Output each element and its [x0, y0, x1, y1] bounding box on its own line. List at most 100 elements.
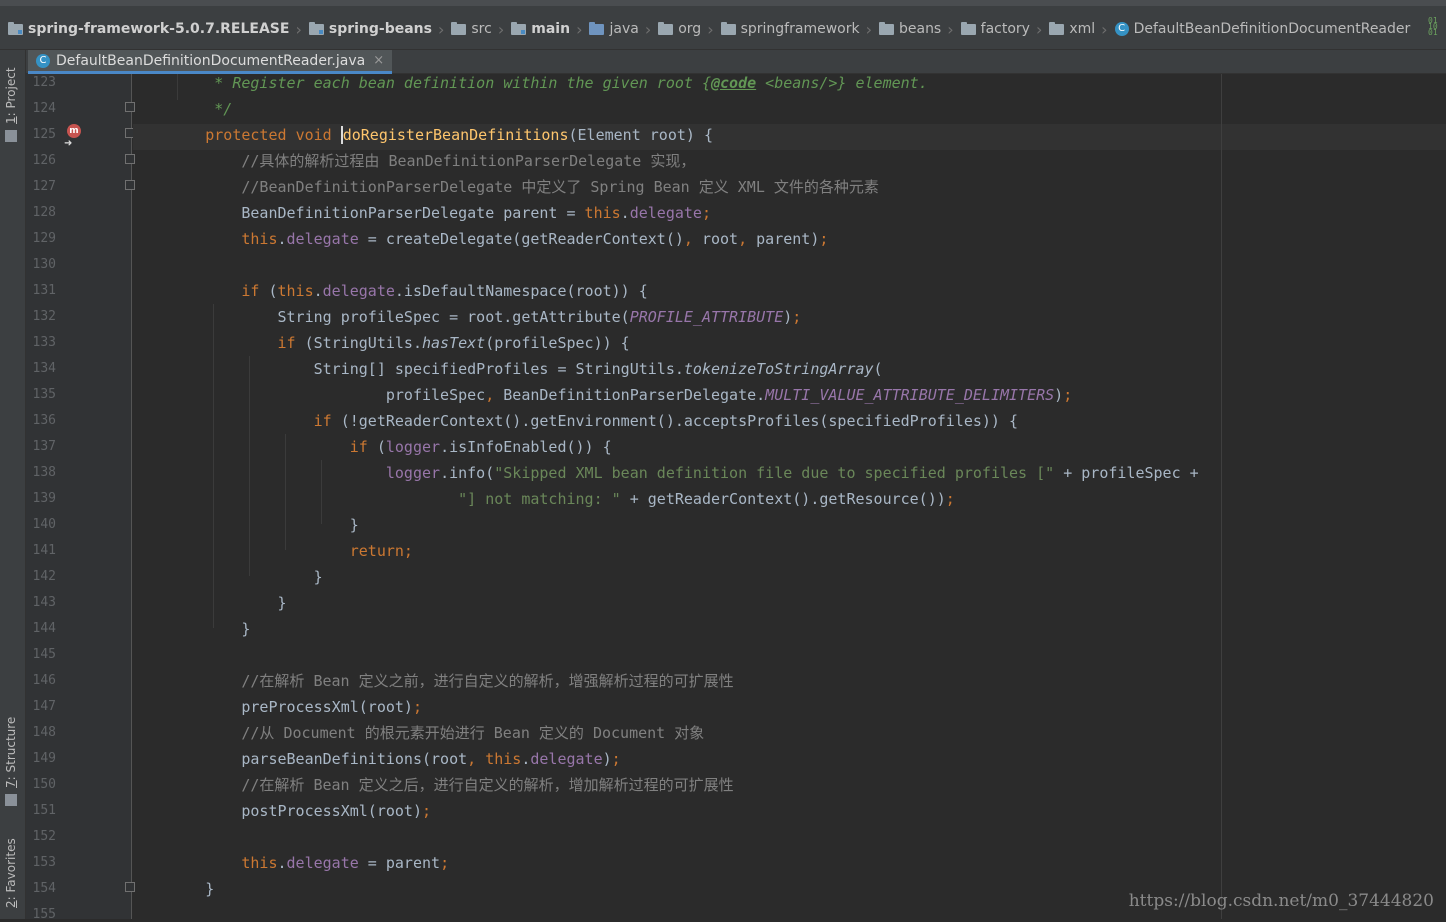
- code-line[interactable]: }: [133, 592, 287, 618]
- code-token: if: [313, 412, 332, 430]
- code-line[interactable]: }: [133, 618, 250, 644]
- editor-tab[interactable]: C DefaultBeanDefinitionDocumentReader.ja…: [28, 50, 393, 74]
- close-tab-icon[interactable]: ×: [373, 53, 384, 68]
- code-token: this: [584, 204, 621, 222]
- code-token: }: [133, 516, 359, 534]
- code-line[interactable]: String profileSpec = root.getAttribute(P…: [133, 306, 801, 332]
- code-line[interactable]: //具体的解析过程由 BeanDefinitionParserDelegate …: [133, 150, 695, 176]
- code-token: .: [277, 230, 287, 248]
- line-number: 154: [32, 881, 56, 896]
- breadcrumb-separator-icon: ›: [437, 19, 445, 39]
- code-line[interactable]: * Register each bean definition within t…: [133, 74, 927, 98]
- code-line[interactable]: if (StringUtils.hasText(profileSpec)) {: [133, 332, 630, 358]
- code-token: ;: [1063, 386, 1073, 404]
- code-line[interactable]: "] not matching: " + getReaderContext().…: [133, 488, 955, 514]
- code-token: String profileSpec = root.getAttribute(: [133, 308, 630, 326]
- code-token: (: [873, 360, 883, 378]
- code-token: logger: [385, 464, 441, 482]
- structure-tool-label: : Structure: [4, 716, 18, 781]
- package-icon: [1049, 21, 1065, 35]
- breadcrumb-item[interactable]: springframework: [720, 18, 860, 40]
- project-tool-icon[interactable]: [5, 130, 17, 142]
- breadcrumb-item[interactable]: java: [589, 18, 639, 40]
- line-number: 127: [32, 179, 56, 194]
- line-number: 136: [32, 413, 56, 428]
- code-line[interactable]: if (!getReaderContext().getEnvironment()…: [133, 410, 1018, 436]
- breadcrumb-label: factory: [980, 21, 1030, 37]
- line-number: 130: [32, 257, 56, 272]
- line-number: 128: [32, 205, 56, 220]
- code-line[interactable]: //在解析 Bean 定义之后，进行自定义的解析，增加解析过程的可扩展性: [133, 774, 734, 800]
- project-tool-button[interactable]: 1: Project: [4, 67, 18, 124]
- code-token: ;: [611, 750, 621, 768]
- code-line[interactable]: profileSpec, BeanDefinitionParserDelegat…: [133, 384, 1072, 410]
- code-token: PROFILE_ATTRIBUTE: [629, 308, 784, 326]
- code-token: //在解析 Bean 定义之后，进行自定义的解析，增加解析过程的可扩展性: [241, 776, 734, 794]
- breadcrumb-separator-icon: ›: [497, 19, 505, 39]
- code-line[interactable]: }: [133, 514, 359, 540]
- code-line[interactable]: if (logger.isInfoEnabled()) {: [133, 436, 612, 462]
- code-token: this: [241, 854, 278, 872]
- code-line[interactable]: if (this.delegate.isDefaultNamespace(roo…: [133, 280, 647, 306]
- code-token: logger: [385, 438, 441, 456]
- code-line[interactable]: return;: [133, 540, 413, 566]
- breadcrumb-item[interactable]: main: [511, 18, 570, 40]
- code-token: .: [521, 750, 531, 768]
- line-number: 152: [32, 829, 56, 844]
- favorites-tool-button[interactable]: 2: Favorites: [4, 838, 18, 908]
- code-line[interactable]: logger.info("Skipped XML bean definition…: [133, 462, 1199, 488]
- line-number: 137: [32, 439, 56, 454]
- line-number: 126: [32, 153, 56, 168]
- breadcrumb-item[interactable]: xml: [1049, 18, 1095, 40]
- code-line[interactable]: this.delegate = createDelegate(getReader…: [133, 228, 828, 254]
- code-token: }: [133, 568, 323, 586]
- method-breakpoint-icon[interactable]: m: [67, 124, 81, 138]
- breadcrumb-item[interactable]: spring-framework-5.0.7.RELEASE: [8, 18, 289, 40]
- code-line[interactable]: parseBeanDefinitions(root, this.delegate…: [133, 748, 621, 774]
- structure-tool-button[interactable]: 7: Structure: [4, 717, 18, 788]
- line-number: 141: [32, 543, 56, 558]
- code-token: (Element root) {: [568, 126, 714, 144]
- breadcrumb-item[interactable]: src: [451, 18, 492, 40]
- code-line[interactable]: preProcessXml(root);: [133, 696, 422, 722]
- breadcrumb-item[interactable]: beans: [878, 18, 941, 40]
- code-line[interactable]: protected void doRegisterBeanDefinitions…: [133, 124, 1446, 150]
- code-token: delegate: [530, 750, 603, 768]
- code-token: MULTI_VALUE_ATTRIBUTE_DELIMITERS: [765, 386, 1055, 404]
- code-token: "Skipped XML bean definition file due to…: [494, 464, 1055, 482]
- code-line[interactable]: BeanDefinitionParserDelegate parent = th…: [133, 202, 711, 228]
- code-line[interactable]: //BeanDefinitionParserDelegate 中定义了 Spri…: [133, 176, 879, 202]
- breadcrumb-item[interactable]: factory: [960, 18, 1030, 40]
- line-number: 123: [32, 75, 56, 90]
- code-line[interactable]: }: [133, 566, 323, 592]
- structure-tool-icon[interactable]: [5, 794, 17, 806]
- code-line[interactable]: this.delegate = parent;: [133, 852, 449, 878]
- code-line[interactable]: //在解析 Bean 定义之前，进行自定义的解析，增强解析过程的可扩展性: [133, 670, 733, 696]
- editor-gutter[interactable]: 123 124 125 126 127 128 129 130 131 132 133 134 135 1…: [26, 74, 135, 922]
- breadcrumb-item[interactable]: org: [658, 18, 701, 40]
- line-number: 133: [32, 335, 56, 350]
- code-token: = parent: [358, 854, 441, 872]
- binary-file-icon[interactable]: 01 10 01: [1428, 17, 1440, 37]
- code-editor[interactable]: * Register each bean definition within t…: [133, 74, 1446, 919]
- code-line[interactable]: //从 Document 的根元素开始进行 Bean 定义的 Document …: [133, 722, 704, 748]
- breadcrumb-separator-icon: ›: [576, 19, 583, 39]
- code-line[interactable]: String[] specifiedProfiles = StringUtils…: [133, 358, 883, 384]
- code-token: }: [133, 594, 287, 612]
- code-token: BeanDefinitionParserDelegate.: [494, 386, 766, 404]
- code-token: + getReaderContext().getResource()): [620, 490, 946, 508]
- breadcrumb-item[interactable]: spring-beans: [308, 18, 432, 40]
- code-token: return;: [349, 542, 413, 560]
- code-line[interactable]: postProcessXml(root);: [133, 800, 431, 826]
- code-line[interactable]: }: [133, 878, 214, 904]
- code-token: ): [602, 750, 612, 768]
- breadcrumb-separator-icon: ›: [1101, 19, 1108, 39]
- code-line[interactable]: */: [133, 98, 232, 124]
- code-token: ;: [440, 854, 450, 872]
- breadcrumb-item[interactable]: C DefaultBeanDefinitionDocumentReader: [1114, 18, 1410, 40]
